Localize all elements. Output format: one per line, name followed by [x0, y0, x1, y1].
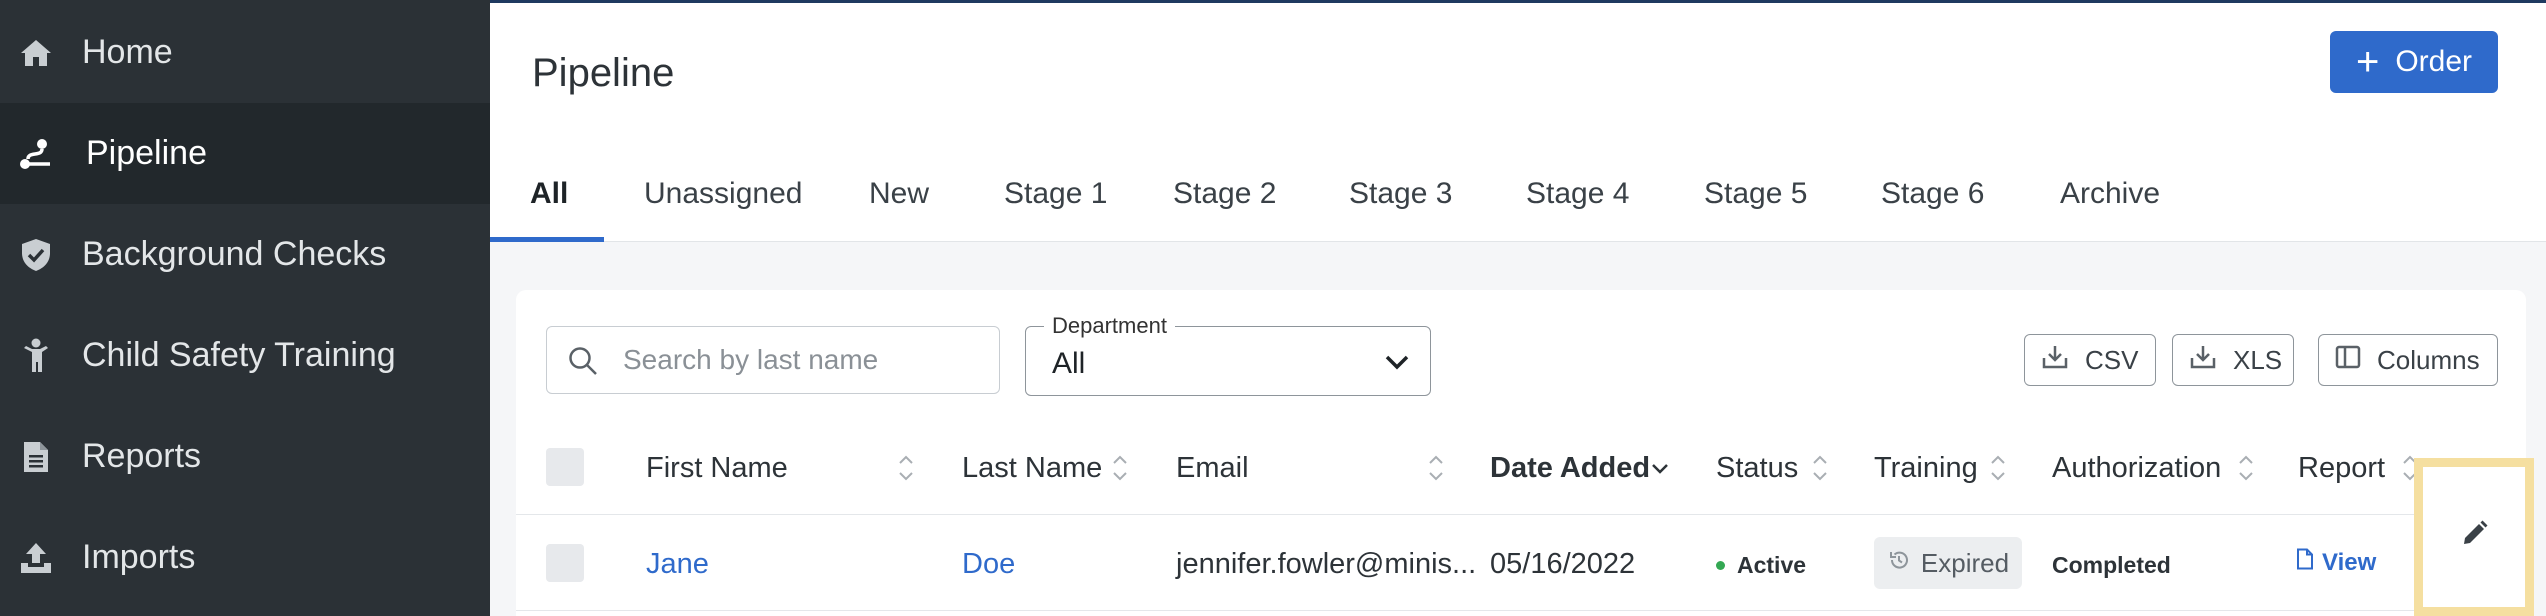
view-report-link[interactable]: View [2296, 548, 2376, 577]
row-checkbox[interactable] [546, 544, 584, 582]
order-button-label: Order [2395, 45, 2473, 78]
training-text: Expired [1920, 547, 2010, 578]
sidebar-item-label: Reports [82, 437, 202, 475]
select-all-checkbox[interactable] [546, 448, 584, 486]
history-icon [1887, 548, 1911, 579]
tab-new[interactable]: New [869, 177, 929, 211]
file-icon [2296, 548, 2314, 577]
csv-label: CSV [2085, 344, 2139, 375]
columns-label: Columns [2377, 344, 2480, 375]
status-badge: Active [1716, 552, 1806, 579]
document-icon [18, 439, 54, 475]
columns-button[interactable]: Columns [2318, 334, 2498, 386]
column-header-status[interactable]: Status [1716, 452, 1798, 485]
edit-row-button[interactable] [2414, 458, 2534, 616]
tab-stage-2[interactable]: Stage 2 [1173, 177, 1276, 211]
export-csv-button[interactable]: CSV [2024, 334, 2156, 386]
department-value: All [1052, 347, 1086, 380]
sort-icon[interactable] [1810, 450, 1830, 486]
search-box [546, 326, 1000, 394]
sort-icon[interactable] [1110, 450, 1130, 486]
add-order-button[interactable]: + Order [2330, 31, 2498, 93]
sidebar-item-background-checks[interactable]: Background Checks [0, 204, 490, 305]
pipeline-table-card: Department All CSV XLS Columns First Nam… [516, 290, 2526, 616]
download-icon [2041, 344, 2069, 377]
sort-descending-icon[interactable] [1650, 450, 1670, 486]
department-label: Department [1044, 313, 1175, 339]
tab-all[interactable]: All [530, 177, 568, 211]
home-icon [18, 35, 54, 71]
sidebar-item-reports[interactable]: Reports [0, 406, 490, 507]
date-added-cell: 05/16/2022 [1490, 548, 1636, 580]
column-header-first-name[interactable]: First Name [646, 452, 788, 485]
sidebar-item-label: Imports [82, 538, 196, 576]
export-xls-button[interactable]: XLS [2172, 334, 2294, 386]
sidebar-item-imports[interactable]: Imports [0, 507, 490, 608]
column-header-report[interactable]: Report [2298, 452, 2385, 485]
column-header-training[interactable]: Training [1874, 452, 1978, 485]
column-header-date-added[interactable]: Date Added [1490, 452, 1650, 485]
sidebar-item-child-safety-training[interactable]: Child Safety Training [0, 305, 490, 406]
tab-bar: All Unassigned New Stage 1 Stage 2 Stage… [490, 153, 2546, 245]
sort-icon[interactable] [896, 450, 916, 486]
first-name-link[interactable]: Jane [646, 548, 709, 581]
tab-stage-5[interactable]: Stage 5 [1704, 177, 1807, 211]
upload-icon [18, 540, 54, 576]
row-divider [516, 514, 2526, 515]
tab-archive[interactable]: Archive [2060, 177, 2160, 211]
download-icon [2189, 344, 2217, 377]
pipeline-icon [18, 136, 54, 172]
tab-stage-1[interactable]: Stage 1 [1004, 177, 1107, 211]
search-icon [567, 345, 599, 382]
page-header: Pipeline + Order All Unassigned New Stag… [490, 0, 2546, 242]
sort-icon[interactable] [2236, 450, 2256, 486]
sidebar-item-label: Background Checks [82, 235, 387, 273]
department-select[interactable]: Department All [1025, 313, 1431, 396]
column-header-last-name[interactable]: Last Name [962, 452, 1102, 485]
sidebar-item-home[interactable]: Home [0, 2, 490, 103]
email-cell: jennifer.fowler@minis... [1176, 548, 1477, 580]
xls-label: XLS [2233, 344, 2283, 375]
column-header-authorization[interactable]: Authorization [2052, 452, 2221, 485]
tab-stage-3[interactable]: Stage 3 [1349, 177, 1452, 211]
sort-icon[interactable] [1988, 450, 2008, 486]
sort-icon[interactable] [1426, 450, 1446, 486]
status-dot [1716, 561, 1725, 570]
chevron-down-icon [1382, 347, 1412, 382]
sidebar-item-label: Home [82, 33, 173, 71]
child-icon [18, 338, 54, 374]
last-name-link[interactable]: Doe [962, 548, 1015, 581]
sidebar-item-pipeline[interactable]: Pipeline [0, 103, 490, 204]
status-text: Active [1737, 552, 1807, 578]
training-badge: Expired [1874, 537, 2022, 589]
row-divider [516, 610, 2526, 611]
plus-icon: + [2355, 40, 2380, 84]
authorization-cell: Completed [2052, 552, 2171, 578]
columns-icon [2335, 345, 2361, 376]
shield-icon [18, 237, 54, 273]
sidebar: Home Pipeline Background Checks Child Sa… [0, 0, 490, 616]
active-tab-indicator [490, 237, 604, 242]
sidebar-item-label: Pipeline [86, 134, 207, 172]
tab-unassigned[interactable]: Unassigned [644, 177, 802, 211]
sidebar-item-label: Child Safety Training [82, 336, 396, 374]
column-header-email[interactable]: Email [1176, 452, 1249, 485]
search-input[interactable] [623, 337, 983, 383]
tab-stage-6[interactable]: Stage 6 [1881, 177, 1984, 211]
page-title: Pipeline [532, 51, 675, 95]
pencil-icon [2461, 519, 2489, 552]
view-label: View [2322, 548, 2377, 576]
tab-stage-4[interactable]: Stage 4 [1526, 177, 1629, 211]
